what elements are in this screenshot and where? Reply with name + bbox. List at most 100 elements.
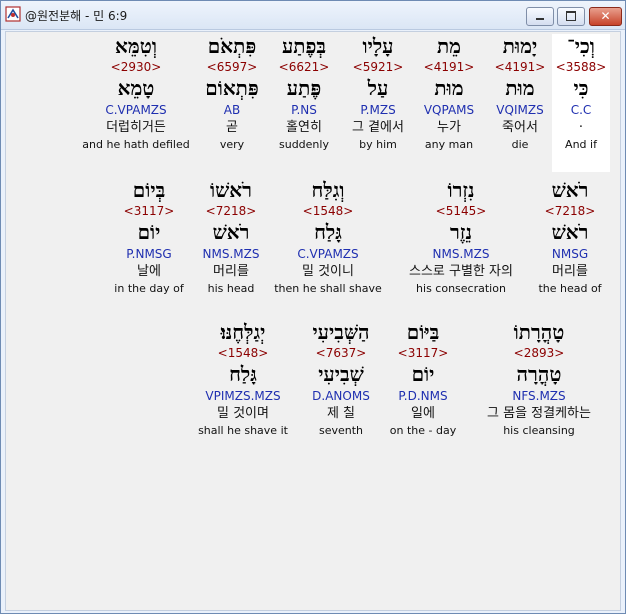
english-gloss: suddenly (279, 138, 329, 151)
morphology-code[interactable]: NMS.MZS (392, 246, 530, 262)
english-gloss: then he shall shave (274, 282, 382, 295)
morphology-code[interactable]: AB (196, 102, 268, 118)
lemma: רֹאשׁ (212, 220, 250, 244)
morphology-code[interactable]: C.VPAMZS (268, 246, 388, 262)
english-gloss: his head (207, 282, 255, 295)
hebrew-word: וְגִלַּח (311, 178, 345, 202)
korean-gloss: 머리를 (552, 264, 588, 279)
korean-gloss: 곧 (226, 120, 238, 135)
word-block[interactable]: בְּיוֹם <3117> יוֹם P.NMSG 날에 in the day… (106, 178, 192, 296)
interlinear-panel: וְכִי־ <3588> כִּי C.C · And if יָמוּת <… (5, 31, 621, 611)
word-block[interactable]: וְגִלַּח <1548> גָּלַח C.VPAMZS 밀 것이니 th… (268, 178, 388, 296)
hebrew-word: יְגַלְּחֶנּוּ׃ (220, 320, 266, 344)
lemma: כִּי (573, 76, 589, 100)
app-icon (5, 6, 21, 22)
hebrew-word: נִזְרוֹ (447, 178, 475, 202)
lemma: פִּתְאוֹם (205, 76, 259, 100)
hebrew-word: וְכִי־ (567, 34, 595, 58)
morphology-code[interactable]: D.ANOMS (300, 388, 382, 404)
korean-gloss: 그 몸을 정결케하는 (487, 406, 591, 421)
close-icon: ✕ (600, 9, 611, 23)
korean-gloss: 날에 (137, 264, 161, 279)
korean-gloss: 더럽히거든 (106, 120, 166, 135)
word-block[interactable]: וְטִמֵּא <2930> טָמֵא C.VPAMZS 더럽히거든 and… (76, 34, 196, 152)
maximize-button[interactable] (557, 7, 585, 26)
word-block[interactable]: טָהֳרָתוֹ <2893> טָהֳרָה NFS.MZS 그 몸을 정결… (464, 320, 614, 438)
english-gloss: die (511, 138, 529, 151)
hebrew-word: רֹאשׁ (551, 178, 589, 202)
korean-gloss: · (578, 120, 584, 135)
lemma: נֵזֶר (450, 220, 472, 244)
korean-gloss: 일에 (411, 406, 435, 421)
english-gloss: in the day of (114, 282, 184, 295)
word-block[interactable]: יְגַלְּחֶנּוּ׃ <1548> גָּלַח VPIMZS.MZS … (192, 320, 294, 438)
title-bar[interactable]: @원전분해 - 민 6:9 ✕ (1, 1, 625, 30)
english-gloss: on the - day (389, 424, 457, 437)
morphology-code[interactable]: P.NMSG (106, 246, 192, 262)
english-gloss: any man (424, 138, 474, 151)
word-block[interactable]: עָלָיו <5921> עַל P.MZS 그 곁에서 by him (340, 34, 416, 152)
hebrew-word: יָמוּת (502, 34, 538, 58)
word-block[interactable]: רֹאשׁ <7218> רֹאשׁ NMSG 머리를 the head of (532, 178, 608, 296)
korean-gloss: 스스로 구별한 자의 (409, 264, 513, 279)
morphology-code[interactable]: NMS.MZS (196, 246, 266, 262)
korean-gloss: 누가 (437, 120, 461, 135)
english-gloss: And if (565, 138, 597, 151)
morphology-code[interactable]: P.MZS (340, 102, 416, 118)
korean-gloss: 밀 것이며 (217, 406, 269, 421)
word-block[interactable]: בְּפֶתַע <6621> פֶּתַע P.NS 홀연히 suddenly (268, 34, 340, 152)
lemma: טָמֵא (117, 76, 155, 100)
hebrew-word: בְּיוֹם (132, 178, 166, 202)
english-gloss: seventh (318, 424, 364, 437)
lemma: רֹאשׁ (551, 220, 589, 244)
word-block[interactable]: בַּיּוֹם <3117> יוֹם P.D.NMS 일에 on the -… (386, 320, 460, 438)
window-title: @원전분해 - 민 6:9 (25, 9, 128, 23)
lemma: יוֹם (411, 362, 435, 386)
korean-gloss: 머리를 (213, 264, 249, 279)
maximize-icon (566, 11, 576, 21)
close-button[interactable]: ✕ (589, 7, 622, 26)
lemma: טָהֳרָה (516, 362, 562, 386)
hebrew-word: טָהֳרָתוֹ (513, 320, 565, 344)
app-window: @원전분해 - 민 6:9 ✕ וְכִי־ <3588> כִּי C.C ·… (0, 0, 626, 614)
word-block[interactable]: וְכִי־ <3588> כִּי C.C · And if (552, 34, 610, 172)
minimize-button[interactable] (526, 7, 554, 26)
morphology-code[interactable]: C.VPAMZS (76, 102, 196, 118)
morphology-code[interactable]: VPIMZS.MZS (192, 388, 294, 404)
word-block[interactable]: הַשְּׁבִיעִי <7637> שְׁבִיעִי D.ANOMS 제 … (300, 320, 382, 438)
hebrew-word: הַשְּׁבִיעִי (312, 320, 370, 344)
morphology-code[interactable]: VQIMZS (490, 102, 550, 118)
morphology-code[interactable]: NMSG (532, 246, 608, 262)
minimize-icon (536, 18, 544, 20)
word-block[interactable]: יָמוּת <4191> מוּת VQIMZS 죽어서 die (490, 34, 550, 152)
lemma: מוּת (434, 76, 464, 100)
korean-gloss: 밀 것이니 (302, 264, 354, 279)
korean-gloss: 제 칠 (326, 406, 356, 421)
korean-gloss: 그 곁에서 (352, 120, 404, 135)
morphology-code[interactable]: NFS.MZS (464, 388, 614, 404)
english-gloss: shall he shave it (198, 424, 288, 437)
english-gloss: and he hath defiled (82, 138, 190, 151)
word-block[interactable]: רֹאשׁוֹ <7218> רֹאשׁ NMS.MZS 머리를 his hea… (196, 178, 266, 296)
lemma: מוּת (505, 76, 535, 100)
hebrew-word: מֵת (436, 34, 462, 58)
lemma: גָּלַח (314, 220, 342, 244)
hebrew-word: וְטִמֵּא (115, 34, 157, 58)
morphology-code[interactable]: VQPAMS (414, 102, 484, 118)
lemma: עַל (367, 76, 389, 100)
word-block[interactable]: פִּתְאֹם <6597> פִּתְאוֹם AB 곧 very (196, 34, 268, 152)
morphology-code[interactable]: P.D.NMS (386, 388, 460, 404)
morphology-code[interactable]: P.NS (268, 102, 340, 118)
hebrew-word: עָלָיו (362, 34, 394, 58)
english-gloss: his consecration (416, 282, 506, 295)
english-gloss: very (219, 138, 245, 151)
korean-gloss: 홀연히 (286, 120, 322, 135)
lemma: גָּלַח (229, 362, 257, 386)
lemma: יוֹם (137, 220, 161, 244)
word-block[interactable]: נִזְרוֹ <5145> נֵזֶר NMS.MZS 스스로 구별한 자의 … (392, 178, 530, 296)
word-block[interactable]: מֵת <4191> מוּת VQPAMS 누가 any man (414, 34, 484, 152)
hebrew-word: רֹאשׁוֹ (210, 178, 252, 202)
lemma: שְׁבִיעִי (318, 362, 364, 386)
morphology-code[interactable]: C.C (552, 102, 610, 118)
lemma: פֶּתַע (286, 76, 322, 100)
